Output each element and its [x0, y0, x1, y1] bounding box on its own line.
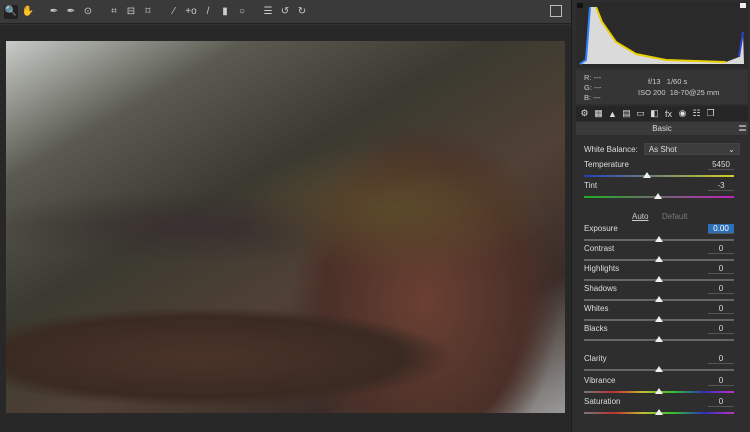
saturation-label: Saturation [584, 397, 621, 406]
crop-tool-icon[interactable]: ⌗ [107, 5, 121, 19]
image-canvas[interactable] [0, 25, 571, 432]
saturation-value-input[interactable]: 0 [708, 397, 734, 407]
temperature-label: Temperature [584, 160, 629, 169]
white-balance-tool-icon[interactable]: ✒ [47, 5, 61, 19]
spot-removal-tool-icon[interactable]: ⁄ [167, 5, 181, 19]
panel-tab-0-icon[interactable]: ⚙ [579, 108, 590, 119]
zoom-tool-icon[interactable]: 🔍 [4, 4, 18, 19]
clarity-value-input[interactable]: 0 [708, 354, 734, 364]
default-button[interactable]: Default [662, 212, 687, 221]
transform-tool-icon[interactable]: ⌑ [141, 5, 155, 19]
graduated-filter-tool-icon[interactable]: ▮ [218, 5, 232, 19]
rotate-cw-tool-icon[interactable]: ↻ [295, 5, 309, 19]
shadows-value-input[interactable]: 0 [708, 284, 734, 294]
color-sampler-tool-icon[interactable]: ✒ [64, 5, 78, 19]
panel-tab-9-icon[interactable]: ❐ [705, 108, 716, 119]
shadows-label: Shadows [584, 284, 617, 293]
whites-value-input[interactable]: 0 [708, 304, 734, 314]
highlights-slider-thumb[interactable] [655, 276, 663, 282]
toolbar: 🔍 ✋ ✒ ✒ ⊙ ⌗ ⊟ ⌑ ⁄ +o / ▮ ○ ☰ ↺ ↻ [0, 0, 571, 24]
blacks-label: Blacks [584, 324, 608, 333]
tint-value-input[interactable]: -3 [708, 181, 734, 191]
exposure-label: Exposure [584, 224, 618, 233]
panel-header: Basic [576, 122, 748, 135]
menu-icon[interactable] [739, 125, 746, 131]
temperature-slider-track[interactable] [584, 175, 734, 177]
shadows-slider-thumb[interactable] [655, 296, 663, 302]
straighten-tool-icon[interactable]: ⊟ [124, 5, 138, 19]
panel-tab-2-icon[interactable]: ▲ [607, 109, 618, 119]
targeted-adjustment-tool-icon[interactable]: ⊙ [81, 5, 95, 19]
clarity-slider-thumb[interactable] [655, 366, 663, 372]
panel-tabs: ⚙ ▦ ▲ ▤ ▭ ◧ fx ◉ ☷ ❐ [576, 106, 748, 121]
adjustment-brush-tool-icon[interactable]: / [201, 5, 215, 19]
histogram [576, 2, 748, 68]
photo-preview[interactable] [6, 41, 565, 413]
temperature-value-input[interactable]: 5450 [708, 160, 734, 170]
contrast-value-input[interactable]: 0 [708, 244, 734, 254]
panel-tab-8-icon[interactable]: ☷ [691, 108, 702, 119]
blacks-slider-thumb[interactable] [655, 336, 663, 342]
panel-title: Basic [652, 124, 672, 133]
exposure-value-input[interactable]: 0.00 [708, 224, 734, 234]
chevron-down-icon: ⌄ [728, 145, 735, 154]
panel-tab-6-icon[interactable]: fx [663, 109, 674, 119]
shadow-clipping-icon [577, 3, 583, 8]
highlight-clipping-icon [740, 3, 746, 8]
fullscreen-icon[interactable] [550, 5, 562, 17]
vibrance-slider-thumb[interactable] [655, 388, 663, 394]
contrast-label: Contrast [584, 244, 615, 253]
white-balance-select[interactable]: As Shot ⌄ [643, 143, 740, 155]
panel-tab-1-icon[interactable]: ▦ [593, 108, 604, 119]
info-readout: R: --- G: --- B: --- f/13 1/60 s ISO 200… [576, 70, 748, 104]
blacks-value-input[interactable]: 0 [708, 324, 734, 334]
highlights-value-input[interactable]: 0 [708, 264, 734, 274]
panel-tab-3-icon[interactable]: ▤ [621, 108, 632, 119]
hand-tool-icon[interactable]: ✋ [21, 5, 35, 19]
rotate-ccw-tool-icon[interactable]: ↺ [278, 5, 292, 19]
whites-label: Whites [584, 304, 609, 313]
vibrance-label: Vibrance [584, 376, 616, 385]
white-balance-row: White Balance: As Shot ⌄ [584, 143, 744, 155]
adjustment-panel: R: --- G: --- B: --- f/13 1/60 s ISO 200… [571, 0, 750, 432]
auto-button[interactable]: Auto [632, 212, 648, 221]
panel-tab-5-icon[interactable]: ◧ [649, 108, 660, 119]
vibrance-value-input[interactable]: 0 [708, 376, 734, 386]
saturation-slider-thumb[interactable] [655, 409, 663, 415]
white-balance-label: White Balance: [584, 144, 638, 154]
contrast-slider-thumb[interactable] [655, 256, 663, 262]
red-eye-tool-icon[interactable]: +o [184, 5, 198, 19]
temperature-slider-thumb[interactable] [643, 172, 651, 178]
clarity-label: Clarity [584, 354, 607, 363]
exposure-slider-thumb[interactable] [655, 236, 663, 242]
highlights-label: Highlights [584, 264, 620, 273]
panel-tab-7-icon[interactable]: ◉ [677, 108, 688, 119]
tint-slider-thumb[interactable] [653, 193, 662, 199]
radial-filter-tool-icon[interactable]: ○ [235, 5, 249, 19]
whites-slider-thumb[interactable] [655, 316, 663, 322]
preferences-tool-icon[interactable]: ☰ [261, 5, 275, 19]
tint-label: Tint [584, 181, 598, 190]
panel-tab-4-icon[interactable]: ▭ [635, 108, 646, 119]
